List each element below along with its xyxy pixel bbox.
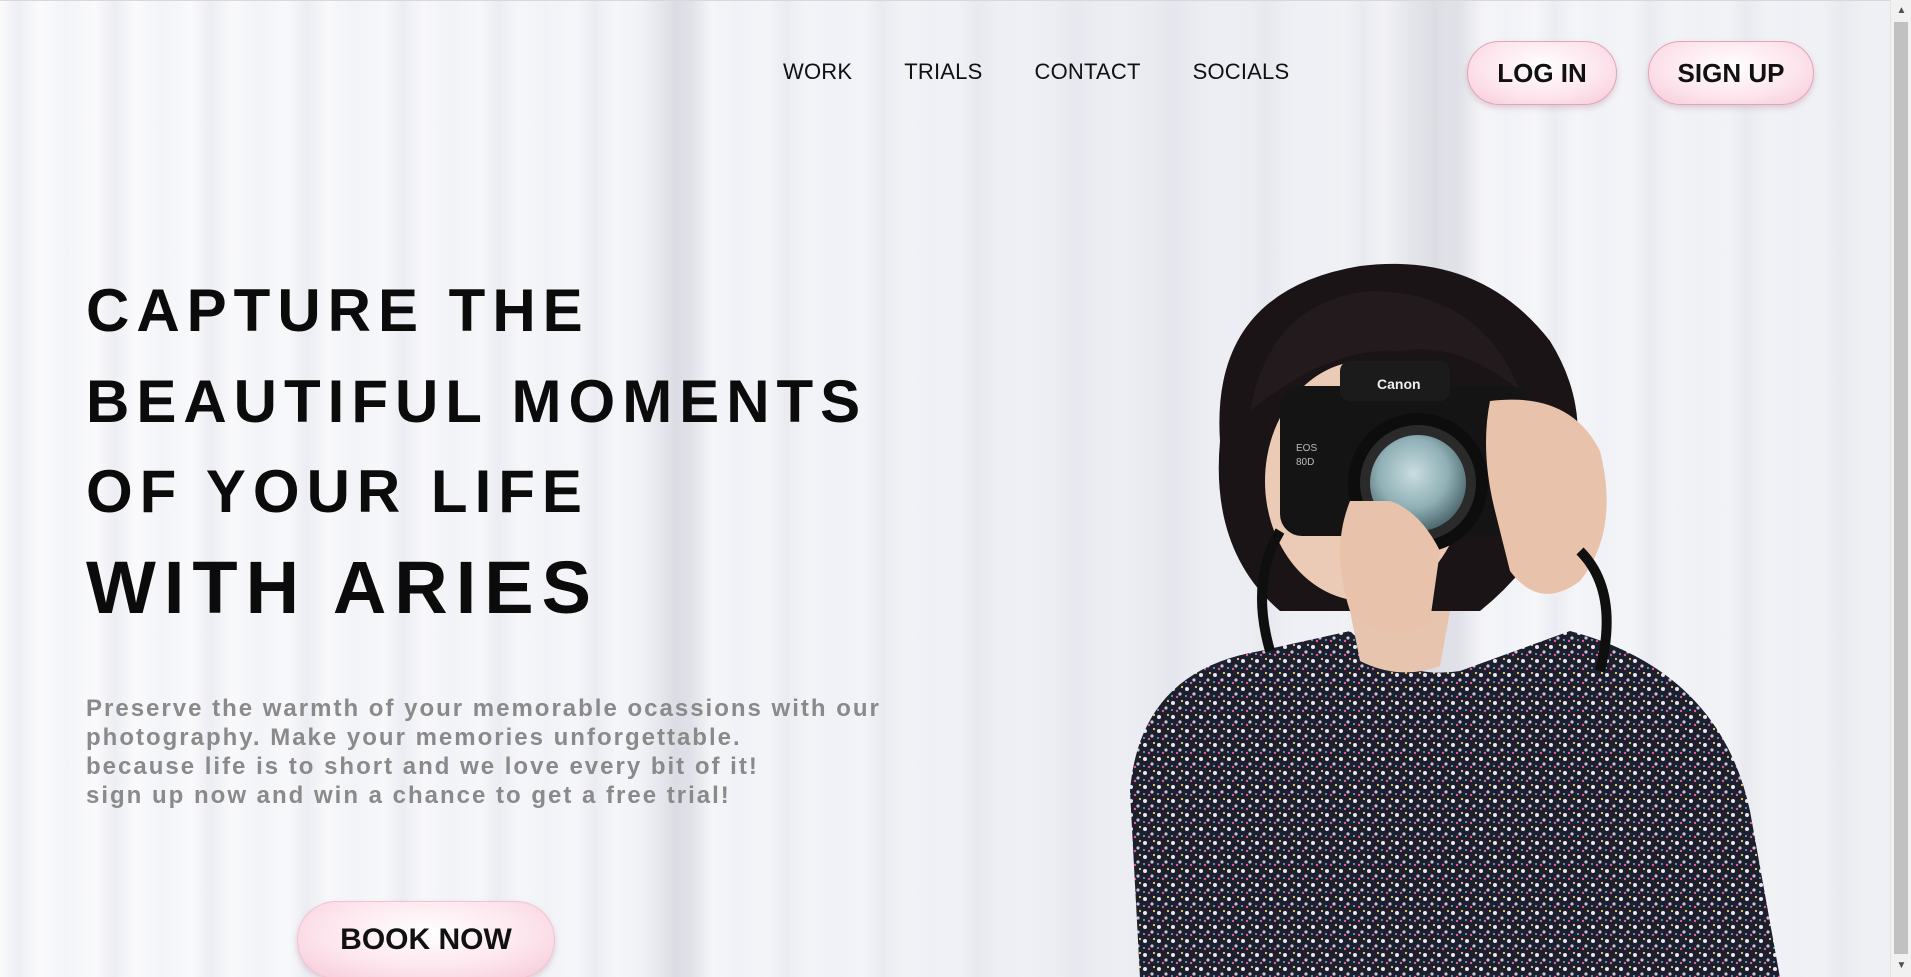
- main-nav: WORK TRIALS CONTACT SOCIALS: [783, 59, 1289, 85]
- nav-link-socials[interactable]: SOCIALS: [1193, 59, 1290, 85]
- hero-heading-line-2: BEAUTIFUL MOMENTS: [86, 368, 868, 435]
- hero-heading-line-1: CAPTURE THE: [86, 277, 590, 344]
- hero-heading-line-4: WITH ARIES: [86, 546, 600, 629]
- scroll-thumb[interactable]: [1894, 22, 1908, 954]
- camera-brand-text: Canon: [1377, 376, 1421, 392]
- curtain-fold: [640, 1, 710, 977]
- hero-description: Preserve the warmth of your memorable oc…: [86, 694, 986, 810]
- hero-description-line: photography. Make your memories unforget…: [86, 724, 742, 751]
- login-button[interactable]: LOG IN: [1467, 41, 1617, 105]
- hero-description-line: because life is to short and we love eve…: [86, 753, 759, 780]
- nav-link-trials[interactable]: TRIALS: [904, 59, 982, 85]
- nav-link-work[interactable]: WORK: [783, 59, 852, 85]
- camera-model-text: 80D: [1296, 457, 1314, 468]
- hero-description-line: Preserve the warmth of your memorable oc…: [86, 695, 881, 722]
- book-now-button[interactable]: BOOK NOW: [297, 901, 555, 977]
- hero-description-line: sign up now and win a chance to get a fr…: [86, 782, 731, 809]
- camera-model-text: EOS: [1296, 443, 1317, 454]
- hero-section: WORK TRIALS CONTACT SOCIALS LOG IN SIGN …: [0, 0, 1890, 977]
- vertical-scrollbar[interactable]: ▲ ▼: [1890, 0, 1911, 977]
- hero-heading-line-3: OF YOUR LIFE: [86, 458, 589, 525]
- scroll-up-arrow-icon[interactable]: ▲: [1891, 2, 1911, 20]
- scroll-down-arrow-icon[interactable]: ▼: [1891, 957, 1911, 975]
- nav-link-contact[interactable]: CONTACT: [1034, 59, 1140, 85]
- photographer-image: Canon EOS 80D: [1130, 263, 1780, 977]
- signup-button[interactable]: SIGN UP: [1648, 41, 1814, 105]
